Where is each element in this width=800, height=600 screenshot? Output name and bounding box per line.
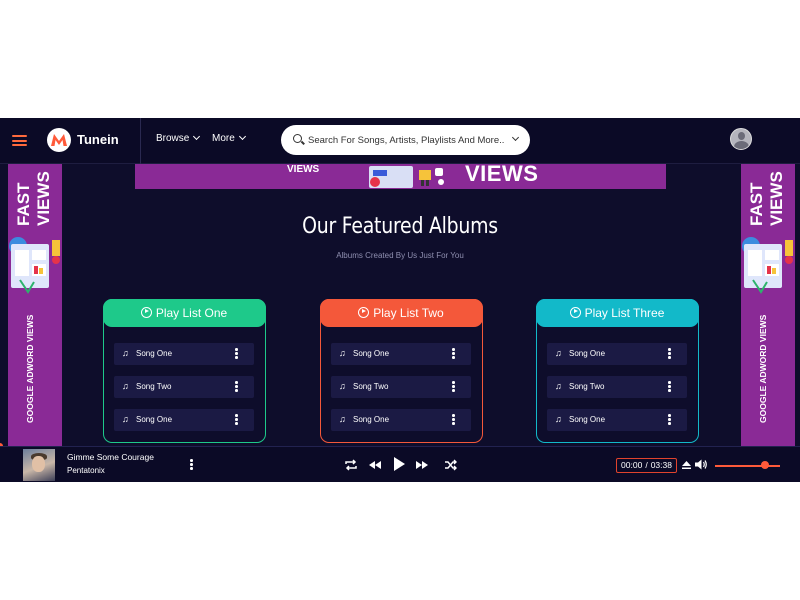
header-divider <box>140 118 141 164</box>
chevron-down-icon <box>193 132 201 141</box>
more-vertical-icon[interactable] <box>668 381 671 392</box>
side-ad-subtitle: GOOGLE ADWORD VIEWS <box>25 314 35 424</box>
side-ad-title: FAST VIEWS <box>14 171 53 226</box>
song-title: Song One <box>569 415 606 424</box>
more-vertical-icon[interactable] <box>668 348 671 359</box>
music-note-icon: ♫ <box>555 381 562 391</box>
song-row[interactable]: ♫ Song One <box>114 343 254 365</box>
more-vertical-icon[interactable] <box>235 348 238 359</box>
banner-large-text: VIEWS <box>465 164 539 186</box>
banner-illustration <box>363 164 445 189</box>
song-title: Song One <box>353 349 390 358</box>
fast-forward-icon[interactable] <box>414 457 430 473</box>
song-title: Song Two <box>136 382 172 391</box>
nav-browse[interactable]: Browse <box>156 132 201 144</box>
playlist-card-three: Play List Three ♫ Song One ♫ Song Two ♫ … <box>535 298 699 443</box>
avatar[interactable] <box>730 128 752 150</box>
time-separator: / <box>645 460 648 470</box>
side-ad-subtitle: GOOGLE ADWORD VIEWS <box>758 314 768 424</box>
volume-slider[interactable] <box>715 465 780 467</box>
playlist-card-one: Play List One ♫ Song One ♫ Song Two ♫ So… <box>102 298 266 443</box>
menu-icon[interactable] <box>12 135 27 146</box>
section-title: Our Featured Albums <box>302 214 498 239</box>
music-note-icon: ♫ <box>122 414 129 424</box>
time-display: 00:00/03:38 <box>616 458 677 473</box>
song-title: Song Two <box>353 382 389 391</box>
song-row[interactable]: ♫ Song Two <box>331 376 471 398</box>
song-row[interactable]: ♫ Song One <box>547 409 687 431</box>
chevron-down-icon[interactable] <box>511 133 520 142</box>
playlist-header[interactable]: Play List One <box>102 298 266 327</box>
song-row[interactable]: ♫ Song Two <box>114 376 254 398</box>
playlist-title: Play List One <box>155 305 228 320</box>
volume-icon[interactable] <box>694 458 708 471</box>
play-circle-icon <box>358 306 370 318</box>
nav-browse-label: Browse <box>156 133 190 144</box>
music-note-icon: ♫ <box>555 414 562 424</box>
more-vertical-icon[interactable] <box>452 414 455 425</box>
more-vertical-icon[interactable] <box>668 414 671 425</box>
more-vertical-icon[interactable] <box>190 459 193 471</box>
music-note-icon: ♫ <box>122 348 129 358</box>
song-title: Song One <box>136 415 173 424</box>
more-vertical-icon[interactable] <box>235 414 238 425</box>
playlist-card-two: Play List Two ♫ Song One ♫ Song Two ♫ So… <box>319 298 483 443</box>
left-side-ad[interactable]: FAST VIEWS GOOGLE ADWORD VIEWS <box>8 164 62 446</box>
music-note-icon: ♫ <box>339 381 346 391</box>
song-row[interactable]: ♫ Song Two <box>547 376 687 398</box>
search-icon[interactable] <box>293 134 302 143</box>
search-input[interactable] <box>308 133 504 147</box>
song-title: Song One <box>353 415 390 424</box>
more-vertical-icon[interactable] <box>235 381 238 392</box>
eject-icon[interactable] <box>681 459 692 470</box>
now-playing-title: Gimme Some Courage <box>67 452 154 462</box>
song-row[interactable]: ♫ Song One <box>114 409 254 431</box>
side-ad-illustration <box>741 230 795 298</box>
side-ad-title: FAST VIEWS <box>747 171 786 226</box>
rewind-icon[interactable] <box>367 457 383 473</box>
top-header: Tunein Browse More <box>0 118 800 164</box>
song-row[interactable]: ♫ Song One <box>331 343 471 365</box>
top-banner-ad[interactable]: VIEWS VIEWS <box>135 164 666 189</box>
song-row[interactable]: ♫ Song One <box>547 343 687 365</box>
playlist-header[interactable]: Play List Two <box>319 298 483 327</box>
nav-more-label: More <box>212 133 235 144</box>
playlist-title: Play List Three <box>584 305 665 320</box>
playlist-title: Play List Two <box>373 305 444 320</box>
play-icon[interactable] <box>390 455 408 473</box>
side-ad-illustration <box>8 230 62 298</box>
song-title: Song Two <box>569 382 605 391</box>
volume-slider-handle[interactable] <box>761 461 769 469</box>
right-side-ad[interactable]: FAST VIEWS GOOGLE ADWORD VIEWS <box>741 164 795 446</box>
music-note-icon: ♫ <box>555 348 562 358</box>
search-bar[interactable] <box>281 125 530 155</box>
music-note-icon: ♫ <box>339 414 346 424</box>
banner-small-text: VIEWS <box>287 164 320 175</box>
current-time: 00:00 <box>621 460 643 470</box>
more-vertical-icon[interactable] <box>452 348 455 359</box>
nav-more[interactable]: More <box>212 132 246 144</box>
song-title: Song One <box>569 349 606 358</box>
shuffle-icon[interactable] <box>443 457 459 473</box>
playlist-header[interactable]: Play List Three <box>535 298 699 327</box>
more-vertical-icon[interactable] <box>452 381 455 392</box>
album-cover[interactable] <box>23 449 55 481</box>
audio-player-bar: Gimme Some Courage Pentatonix 00:00/03:3… <box>0 446 800 482</box>
app-frame: Tunein Browse More VIEWS VIEWS <box>0 118 800 482</box>
play-circle-icon <box>140 306 152 318</box>
brand-name[interactable]: Tunein <box>77 132 119 147</box>
logo-icon[interactable] <box>46 127 72 153</box>
chevron-down-icon <box>238 132 246 141</box>
duration: 03:38 <box>650 460 672 470</box>
section-subtitle: Albums Created By Us Just For You <box>336 251 464 260</box>
repeat-icon[interactable] <box>343 457 359 473</box>
music-note-icon: ♫ <box>339 348 346 358</box>
music-note-icon: ♫ <box>122 381 129 391</box>
play-circle-icon <box>569 306 581 318</box>
song-row[interactable]: ♫ Song One <box>331 409 471 431</box>
now-playing-artist: Pentatonix <box>67 466 105 475</box>
song-title: Song One <box>136 349 173 358</box>
